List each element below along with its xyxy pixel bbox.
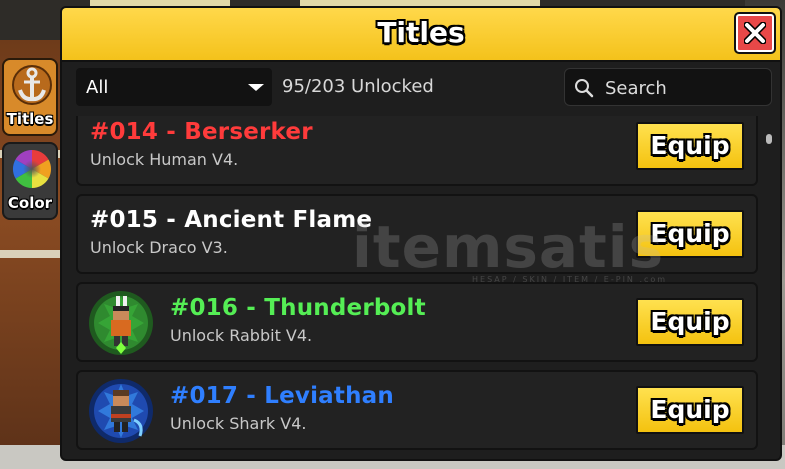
search-input[interactable] [603,73,767,103]
color-wheel-icon [12,149,52,189]
tab-color[interactable]: Color [2,142,58,220]
equip-button-label: Equip [650,395,730,424]
title-row: #016 - Thunderbolt Unlock Rabbit V4. Equ… [76,282,758,362]
title-requirement: Unlock Rabbit V4. [170,326,313,345]
filter-selected-value: All [86,77,109,98]
title-name: #014 - Berserker [90,119,313,145]
background-stripe [0,250,62,258]
anchor-icon [12,65,52,105]
equip-button-label: Equip [650,131,730,160]
filter-dropdown[interactable]: All [76,68,272,106]
close-button[interactable] [734,12,776,54]
title-requirement: Unlock Human V4. [90,150,239,169]
equip-button[interactable]: Equip [636,298,744,346]
equip-button[interactable]: Equip [636,210,744,258]
unlock-count: 95/203 Unlocked [282,76,434,97]
rabbit-avatar-icon [89,291,153,355]
search-box[interactable] [564,68,772,106]
equip-button-label: Equip [650,219,730,248]
panel-title: Titles [377,16,465,49]
chevron-down-icon [248,84,264,91]
titles-panel: Titles All 95/203 Unlocked #014 - Berser… [60,6,782,461]
close-x-icon [744,22,766,44]
title-name: #017 - Leviathan [170,383,394,409]
panel-header: Titles [62,8,780,62]
tab-titles[interactable]: Titles [2,58,58,136]
tab-color-label: Color [7,194,53,212]
tab-titles-label: Titles [6,110,54,128]
title-requirement: Unlock Shark V4. [170,414,307,433]
shark-avatar-icon [89,379,153,443]
title-name: #015 - Ancient Flame [90,207,373,233]
title-row: #017 - Leviathan Unlock Shark V4. Equip [76,370,758,450]
title-requirement: Unlock Draco V3. [90,238,228,257]
title-row: #014 - Berserker Unlock Human V4. Equip [76,116,758,186]
equip-button-label: Equip [650,307,730,336]
search-icon [575,79,594,98]
titles-list: #014 - Berserker Unlock Human V4. Equip … [76,116,758,459]
title-row: #015 - Ancient Flame Unlock Draco V3. Eq… [76,194,758,274]
equip-button[interactable]: Equip [636,386,744,434]
title-name: #016 - Thunderbolt [170,295,426,321]
equip-button[interactable]: Equip [636,122,744,170]
list-scrollbar[interactable] [766,134,772,144]
